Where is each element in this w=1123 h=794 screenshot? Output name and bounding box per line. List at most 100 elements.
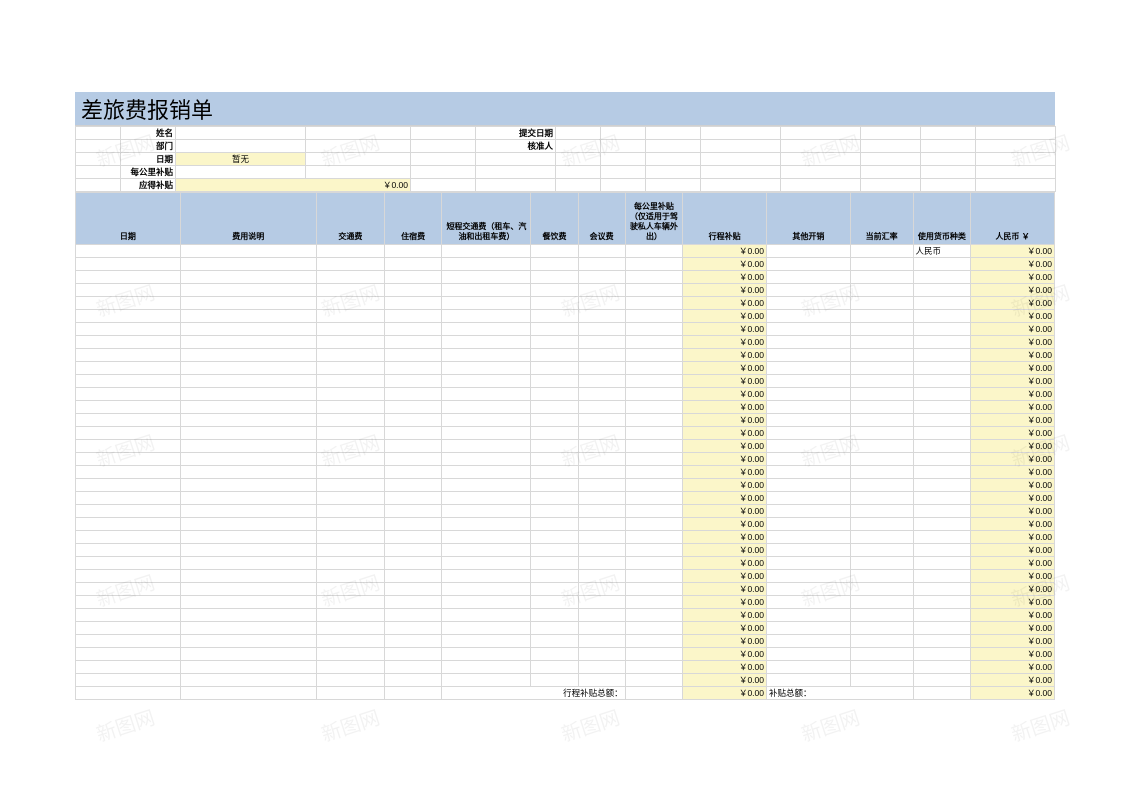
cell[interactable] — [531, 531, 578, 544]
cell[interactable] — [625, 635, 683, 648]
cell[interactable] — [76, 297, 181, 310]
cell[interactable] — [76, 518, 181, 531]
cell[interactable] — [578, 414, 625, 427]
cell[interactable] — [578, 375, 625, 388]
cell[interactable] — [76, 258, 181, 271]
cell[interactable] — [850, 583, 913, 596]
cell[interactable] — [625, 401, 683, 414]
cell[interactable] — [442, 466, 531, 479]
cell[interactable] — [316, 349, 384, 362]
cell[interactable] — [384, 466, 442, 479]
cell[interactable] — [625, 531, 683, 544]
cell[interactable] — [384, 531, 442, 544]
cell[interactable] — [625, 271, 683, 284]
cell[interactable] — [76, 466, 181, 479]
cell[interactable] — [316, 661, 384, 674]
cell[interactable] — [766, 349, 850, 362]
cell[interactable] — [625, 297, 683, 310]
cell[interactable] — [442, 375, 531, 388]
cell[interactable] — [531, 492, 578, 505]
cell[interactable] — [442, 323, 531, 336]
cell[interactable] — [442, 258, 531, 271]
cell[interactable] — [578, 336, 625, 349]
cell[interactable] — [850, 427, 913, 440]
cell[interactable] — [913, 596, 971, 609]
cell[interactable] — [531, 349, 578, 362]
cell[interactable] — [442, 349, 531, 362]
cell[interactable] — [316, 466, 384, 479]
cell[interactable] — [578, 388, 625, 401]
cell[interactable] — [578, 557, 625, 570]
cell[interactable] — [850, 414, 913, 427]
cell[interactable] — [316, 323, 384, 336]
cell[interactable] — [76, 440, 181, 453]
cell[interactable] — [531, 479, 578, 492]
cell[interactable] — [850, 518, 913, 531]
cell[interactable] — [531, 388, 578, 401]
cell[interactable] — [913, 349, 971, 362]
cell[interactable] — [913, 427, 971, 440]
cell[interactable] — [913, 284, 971, 297]
cell[interactable] — [531, 440, 578, 453]
cell[interactable] — [913, 440, 971, 453]
cell[interactable] — [531, 648, 578, 661]
cell[interactable] — [180, 258, 316, 271]
cell[interactable] — [766, 310, 850, 323]
cell[interactable] — [442, 440, 531, 453]
cell[interactable] — [578, 349, 625, 362]
cell[interactable] — [180, 635, 316, 648]
cell[interactable] — [913, 492, 971, 505]
cell[interactable] — [180, 453, 316, 466]
cell[interactable] — [625, 440, 683, 453]
cell[interactable] — [180, 557, 316, 570]
cell[interactable] — [384, 661, 442, 674]
cell[interactable] — [180, 648, 316, 661]
cell[interactable] — [180, 570, 316, 583]
cell[interactable] — [76, 323, 181, 336]
cell[interactable] — [76, 453, 181, 466]
cell[interactable] — [578, 648, 625, 661]
cell[interactable] — [384, 284, 442, 297]
cell[interactable] — [442, 544, 531, 557]
cell[interactable] — [316, 258, 384, 271]
cell[interactable] — [625, 661, 683, 674]
cell[interactable] — [531, 310, 578, 323]
cell[interactable] — [625, 427, 683, 440]
cell[interactable] — [442, 596, 531, 609]
cell[interactable] — [850, 596, 913, 609]
cell[interactable] — [578, 674, 625, 687]
cell[interactable] — [76, 245, 181, 258]
cell[interactable] — [384, 271, 442, 284]
cell[interactable] — [625, 336, 683, 349]
cell[interactable] — [766, 583, 850, 596]
cell[interactable] — [578, 596, 625, 609]
cell[interactable] — [850, 492, 913, 505]
approver-field[interactable] — [556, 140, 601, 153]
cell[interactable] — [850, 609, 913, 622]
cell[interactable] — [384, 375, 442, 388]
cell[interactable] — [766, 401, 850, 414]
cell[interactable] — [384, 518, 442, 531]
cell[interactable] — [850, 336, 913, 349]
cell[interactable] — [531, 375, 578, 388]
cell[interactable] — [578, 323, 625, 336]
cell[interactable] — [384, 505, 442, 518]
cell[interactable] — [180, 622, 316, 635]
cell[interactable] — [531, 362, 578, 375]
cell[interactable] — [384, 310, 442, 323]
cell[interactable] — [766, 531, 850, 544]
cell[interactable] — [578, 479, 625, 492]
cell[interactable] — [316, 557, 384, 570]
cell[interactable] — [180, 531, 316, 544]
cell[interactable] — [76, 310, 181, 323]
cell[interactable] — [442, 336, 531, 349]
cell[interactable] — [442, 635, 531, 648]
cell[interactable] — [316, 336, 384, 349]
cell[interactable] — [442, 401, 531, 414]
cell[interactable] — [913, 375, 971, 388]
cell[interactable] — [625, 258, 683, 271]
cell[interactable] — [850, 674, 913, 687]
cell[interactable] — [76, 375, 181, 388]
cell[interactable] — [316, 648, 384, 661]
cell[interactable] — [384, 609, 442, 622]
